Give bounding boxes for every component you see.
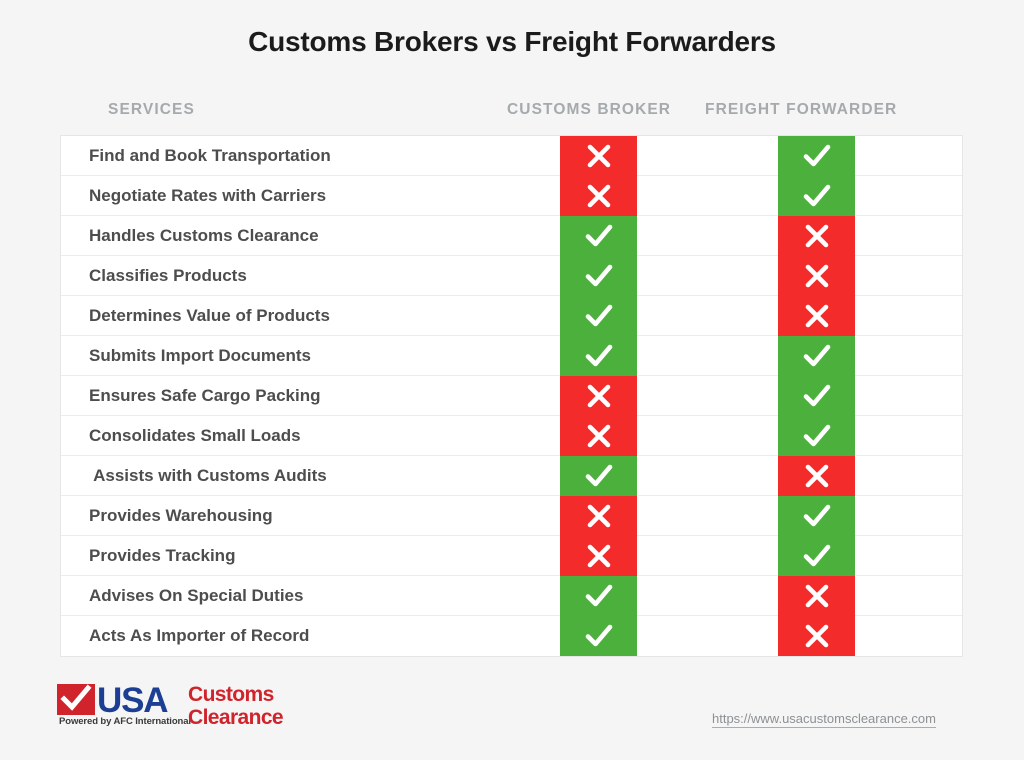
table-row: Submits Import Documents (61, 336, 962, 376)
table-row: Negotiate Rates with Carriers (61, 176, 962, 216)
service-label: Submits Import Documents (89, 346, 311, 365)
service-label: Consolidates Small Loads (89, 426, 301, 445)
column-headers: SERVICES CUSTOMS BROKER FREIGHT FORWARDE… (60, 101, 963, 125)
table-rows: Find and Book Transportation Negotiate Ra… (61, 136, 962, 656)
logo-check-icon (57, 684, 95, 715)
logo-usa-text: USA (97, 681, 169, 720)
table-row: Assists with Customs Audits (61, 456, 962, 496)
table-row: Classifies Products (61, 256, 962, 296)
table-row: Acts As Importer of Record (61, 616, 962, 656)
service-label: Classifies Products (89, 266, 247, 285)
service-label: Negotiate Rates with Carriers (89, 186, 327, 205)
service-label: Advises On Special Duties (89, 586, 304, 605)
page-title: Customs Brokers vs Freight Forwarders (248, 26, 776, 57)
service-label: Determines Value of Products (89, 306, 330, 325)
logo-customs-clearance-text: Customs Clearance (188, 683, 284, 729)
table-row: Determines Value of Products (61, 296, 962, 336)
comparison-table: Find and Book Transportation Negotiate Ra… (60, 135, 963, 657)
table-row: Consolidates Small Loads (61, 416, 962, 456)
column-header-services: SERVICES (108, 101, 195, 118)
service-label: Acts As Importer of Record (89, 626, 310, 645)
table-row: Provides Warehousing (61, 496, 962, 536)
table-row: Find and Book Transportation (61, 136, 962, 176)
column-header-customs-broker: CUSTOMS BROKER (507, 101, 672, 118)
table-row: Handles Customs Clearance (61, 216, 962, 256)
logo-tagline: Powered by AFC International (59, 716, 191, 727)
service-label: Find and Book Transportation (89, 146, 331, 165)
service-label: Provides Tracking (89, 546, 236, 565)
website-url[interactable]: https://www.usacustomsclearance.com (712, 711, 936, 728)
service-label: Provides Warehousing (89, 506, 273, 525)
table-row: Advises On Special Duties (61, 576, 962, 616)
table-row: Ensures Safe Cargo Packing (61, 376, 962, 416)
service-label: Assists with Customs Audits (89, 466, 327, 485)
usa-customs-clearance-logo[interactable]: USA Powered by AFC International Customs… (57, 681, 297, 733)
logo-line-customs: Customs (188, 683, 274, 706)
table-row: Provides Tracking (61, 536, 962, 576)
service-label: Handles Customs Clearance (89, 226, 319, 245)
column-header-freight-forwarder: FREIGHT FORWARDER (705, 101, 898, 118)
logo-line-clearance: Clearance (188, 706, 284, 729)
service-label: Ensures Safe Cargo Packing (89, 386, 321, 405)
